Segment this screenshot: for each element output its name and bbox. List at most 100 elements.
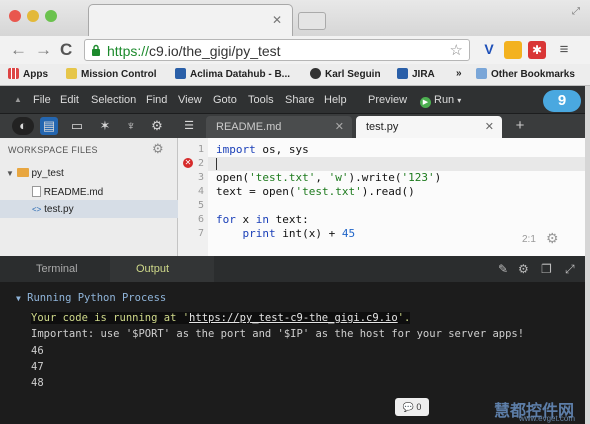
toggle-panel-icon[interactable]: ◐ [12,117,34,135]
cursor-position-status: 2:1 [522,234,536,245]
menu-share[interactable]: Share [285,94,314,106]
mission-control-icon [66,68,77,79]
code-line-7: print int(x) + 45 [242,227,356,240]
code-editor[interactable]: 1 2 3 4 5 6 7 ✕ import os, sys open('tes… [178,138,585,256]
clear-console-icon[interactable]: ✎ [498,262,508,276]
karl-seguin-icon [310,68,321,79]
bookmark-apps[interactable]: Apps [8,68,48,80]
console-output-line: 48 [31,377,44,389]
tab-terminal[interactable]: Terminal [0,256,110,282]
python-file-icon: <> [32,205,42,214]
bookmark-aclima[interactable]: Aclima Datahub - B... [175,68,290,80]
text-cursor [216,158,217,170]
add-tab-button[interactable]: + [510,117,530,135]
zoom-window-button[interactable] [45,10,57,22]
chat-bubble-icon: 💬 [402,402,414,412]
aclima-icon [175,68,186,79]
close-window-button[interactable] [9,10,21,22]
tab-test-py[interactable]: test.py ✕ [356,116,502,138]
jira-icon [397,68,408,79]
browser-toolbar: ← → C https://c9.io/the_gigi/py_test ☆ V… [0,36,590,64]
folder-icon [16,168,29,177]
workspace-settings-icon[interactable]: ⚙ [152,141,164,157]
new-tab-button[interactable] [298,12,326,30]
run-dropdown-icon: ▾ [457,96,462,105]
tab-readme[interactable]: README.md ✕ [206,116,352,138]
code-line-1: import os, sys [216,143,309,156]
code-line-3: open('test.txt', 'w').write('123') [216,171,442,184]
tab-output[interactable]: Output [110,256,214,282]
menu-view[interactable]: View [178,94,202,106]
watermark-url: www.evget.com [519,414,576,423]
console-output-line: 46 [31,345,44,357]
browser-tab[interactable]: ✕ [88,4,293,36]
address-bar[interactable]: https://c9.io/the_gigi/py_test ☆ [84,39,470,61]
back-icon[interactable]: ← [10,40,27,60]
menu-edit[interactable]: Edit [60,94,79,106]
menu-icon[interactable]: ≡ [555,41,573,59]
lock-icon [92,44,100,56]
menu-help[interactable]: Help [324,94,347,106]
editor-settings-icon[interactable]: ⚙ [546,230,559,247]
workspace-files-panel: WORKSPACE FILES ⚙ ▼ py_test README.md <>… [0,138,178,256]
minimize-window-button[interactable] [27,10,39,22]
restore-panel-icon[interactable]: ❐ [541,262,552,276]
tree-file-test-py[interactable]: <> test.py [0,200,178,218]
bookmark-karl-seguin[interactable]: Karl Seguin [310,68,381,80]
reload-icon[interactable]: C [60,40,72,60]
tab-readme-label: README.md [216,121,282,133]
expand-caret-icon: ▼ [16,294,21,303]
tree-file-readme[interactable]: README.md [32,186,103,198]
preview-button[interactable]: Preview [368,94,407,106]
console-line-important: Important: use '$PORT' as the port and '… [31,328,525,340]
code-line-6: for x in text: [216,213,309,226]
close-tab-icon[interactable]: ✕ [272,13,282,27]
maximize-panel-icon[interactable]: ⤢ [565,262,575,277]
apps-grid-icon [8,68,19,79]
cloud9-logo: 9 [543,90,581,112]
bookmarks-overflow-button[interactable]: » [456,68,462,79]
console-settings-icon[interactable]: ⚙ [518,262,529,276]
process-title: ▼ Running Python Process [16,292,167,304]
forward-icon[interactable]: → [35,40,52,60]
menu-goto[interactable]: Goto [213,94,237,106]
run-button[interactable]: ▶ Run ▾ [420,94,461,108]
outline-icon[interactable]: ♆ [122,117,140,135]
bookmarks-bar: Apps Mission Control Aclima Datahub - B.… [0,64,590,86]
collapse-arrow-icon[interactable]: ▲ [14,95,22,104]
settings-gear-icon[interactable]: ⚙ [148,117,166,135]
code-line-4: text = open('test.txt').read() [216,185,415,198]
console-tabbar: Terminal Output ✎ ⚙ ❐ ⤢ [0,256,585,282]
extension-puzzle-icon[interactable]: ✱ [528,41,546,59]
close-icon[interactable]: ✕ [485,120,494,133]
fullscreen-icon[interactable]: ⤢ [572,6,580,17]
caret-down-icon: ▼ [6,169,14,178]
bookmark-jira[interactable]: JIRA [397,68,435,80]
window-scrollbar[interactable] [585,86,590,424]
console-line-running: Your code is running at 'https://py_test… [31,312,411,324]
ide-tabbar: ◐ ▤ ▭ ✶ ♆ ⚙ ☰ README.md ✕ test.py ✕ + [0,114,585,138]
extension-v-icon[interactable]: V [480,41,498,59]
line-gutter: 1 2 3 4 5 6 7 ✕ [178,138,208,256]
menu-file[interactable]: File [33,94,51,106]
navigate-icon[interactable]: ▭ [68,117,86,135]
running-url-link[interactable]: https://py_test-c9-the_gigi.c9.io [189,312,398,324]
close-icon[interactable]: ✕ [335,120,344,133]
tab-overview-icon[interactable]: ☰ [180,117,198,135]
workspace-icon[interactable]: ▤ [40,117,58,135]
ide-menubar: ▲ File Edit Selection Find View Goto Too… [0,86,585,114]
chat-button[interactable]: 💬 0 [395,398,429,416]
extension-shield-icon[interactable] [504,41,522,59]
console-output-line: 47 [31,361,44,373]
menu-find[interactable]: Find [146,94,167,106]
menu-selection[interactable]: Selection [91,94,136,106]
bookmark-other[interactable]: Other Bookmarks [476,68,575,80]
tree-folder-py-test[interactable]: ▼ py_test [6,168,64,179]
bookmark-mission-control[interactable]: Mission Control [66,68,157,80]
play-icon: ▶ [420,97,431,108]
debugger-icon[interactable]: ✶ [96,117,114,135]
tab-test-label: test.py [366,121,399,133]
bookmark-star-icon[interactable]: ☆ [450,41,463,59]
menu-tools[interactable]: Tools [248,94,274,106]
error-marker-icon[interactable]: ✕ [183,158,193,168]
